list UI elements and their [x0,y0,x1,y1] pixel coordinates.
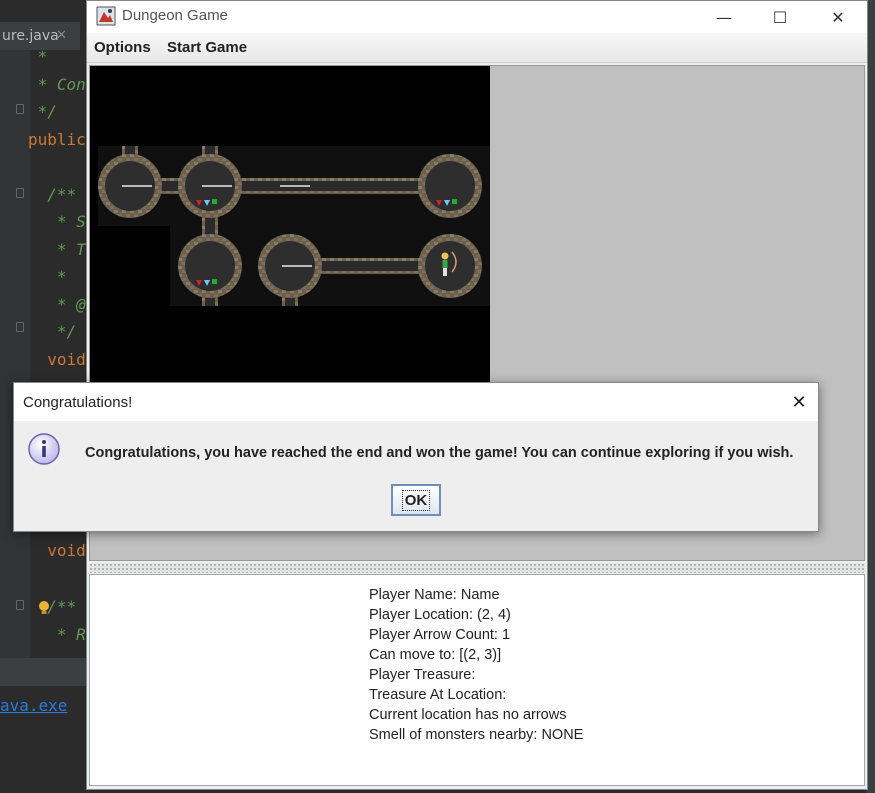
dialog-message: Congratulations, you have reached the en… [85,445,794,461]
treasure-at-location: Treasure At Location: [369,687,507,703]
code-line: void [28,349,86,369]
run-link[interactable]: ava.exe [0,696,67,715]
location-arrows: Current location has no arrows [369,707,567,723]
fold-icon[interactable] [16,104,24,114]
minimize-button[interactable]: — [701,1,747,33]
dialog-close-button[interactable]: ✕ [784,387,814,417]
menu-bar: Options Start Game [87,33,867,63]
run-console-toolbar [0,658,88,686]
room [418,234,482,298]
fold-icon[interactable] [16,322,24,332]
player-arrow-count: Player Arrow Count: 1 [369,627,511,643]
room [418,154,482,218]
code-line: */ [28,102,57,121]
code-line: */ [28,322,77,341]
can-move-to: Can move to: [(2, 3)] [369,647,502,663]
lightbulb-icon[interactable] [36,600,52,616]
congratulations-dialog: Congratulations! ✕ Congratulations, you … [13,382,819,532]
player-treasure: Player Treasure: [369,667,476,683]
menu-start-game[interactable]: Start Game [167,39,247,56]
fold-icon[interactable] [16,600,24,610]
window-titlebar[interactable]: Dungeon Game — ☐ ✕ [87,1,867,33]
menu-options[interactable]: Options [94,39,151,56]
window-title: Dungeon Game [122,7,228,24]
code-line: public [28,129,86,149]
ok-button-label: OK [401,489,431,511]
dungeon-map[interactable] [90,66,490,386]
player-location: Player Location: (2, 4) [369,607,511,623]
editor-gutter [0,50,30,658]
code-line: * [28,47,48,66]
code-line: * S [28,212,86,231]
code-line: * @ [28,294,86,314]
player-name: Player Name: Name [369,587,500,603]
editor-tab-label: ure.java [2,28,59,44]
code-line: void [28,541,86,560]
room [178,234,242,298]
app-icon [96,6,116,26]
fold-icon[interactable] [16,188,24,198]
close-button[interactable]: ✕ [815,1,861,33]
maximize-button[interactable]: ☐ [757,1,803,33]
ok-button[interactable]: OK [391,484,441,516]
code-line: * Con [28,74,86,94]
info-panel: Player Name: Name Player Location: (2, 4… [89,574,865,786]
code-line: /** [28,184,77,204]
info-icon [27,432,61,466]
monster-smell: Smell of monsters nearby: NONE [369,727,584,743]
close-icon[interactable]: ✕ [56,22,67,50]
code-line: * T [28,239,86,259]
dungeon-map-graphic [98,146,490,306]
editor-tab[interactable]: ure.java ✕ [0,22,80,50]
dialog-titlebar[interactable]: Congratulations! ✕ [14,383,818,421]
code-line: * [28,267,67,286]
dialog-title: Congratulations! [23,394,133,411]
split-divider[interactable] [89,563,865,573]
code-line: * R [28,625,86,644]
